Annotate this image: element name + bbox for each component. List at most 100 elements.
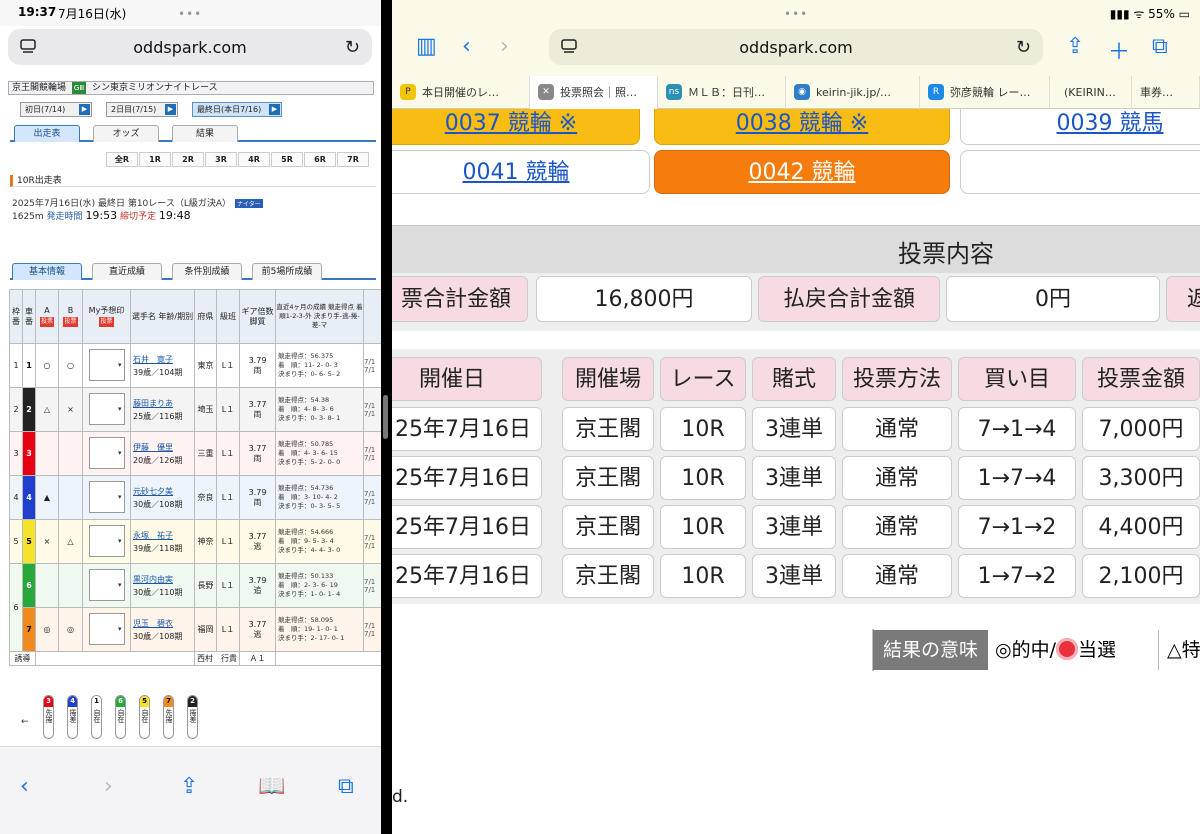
address-bar[interactable]: oddspark.com ↻	[549, 29, 1043, 65]
column-header: 投票方法	[842, 357, 952, 401]
mark-b	[58, 475, 83, 520]
bet-cell-race: 10R	[660, 505, 746, 549]
rider-name-link[interactable]: 藤田まりあ	[133, 399, 173, 408]
share-icon[interactable]: ⇪	[1066, 34, 1084, 59]
vote-badge[interactable]: 投票	[39, 316, 54, 327]
reload-icon[interactable]: ↻	[1016, 37, 1031, 58]
rider-cell: 伊藤 優里 20歳／126期	[130, 431, 195, 476]
class-cell: L１	[216, 431, 240, 476]
race-button[interactable]: 4R	[238, 152, 270, 167]
style-value: 両	[253, 453, 262, 463]
forward-icon[interactable]: ›	[500, 34, 509, 59]
ticket-link-0039[interactable]: 0039 競馬	[960, 109, 1200, 145]
stat-kimari: 決まり手：2- 17- 0- 1	[278, 634, 345, 642]
address-bar[interactable]: oddspark.com ↻	[8, 29, 372, 65]
tab-shutsuso[interactable]: 出走表	[14, 125, 80, 142]
stats-cell: 競走得点：50.785 着 順：4- 3- 6- 15 決まり手：5- 2- 0- …	[275, 431, 364, 476]
stats-cell: 競走得点：58.095 着 順：19- 1- 0- 1 決まり手：2- 17- 0-…	[275, 607, 364, 652]
day-button-3[interactable]: 最終日(本日7/16) ▶	[192, 102, 282, 117]
table-row: 22△×藤田まりあ25歳／116期埼玉L１3.77両競走得点：54.38着 順：…	[9, 387, 381, 432]
my-mark-select[interactable]	[88, 480, 125, 513]
tabs-icon[interactable]: ⧉	[338, 774, 354, 799]
ticket-link-0041[interactable]: 0041 競輪	[392, 150, 650, 194]
my-mark-select[interactable]	[88, 436, 125, 469]
browser-tab[interactable]: P 本日開催のレ…	[392, 76, 530, 109]
table-row: 7◎◎児玉 碧衣30歳／108期福岡L１3.77逃競走得点：58.095着 順：…	[9, 607, 381, 652]
ticket-link-empty[interactable]	[960, 150, 1200, 194]
stat-points: 競走得点：50.785	[278, 440, 334, 448]
stat-kimari: 決まり手：1- 0- 1- 4	[278, 590, 341, 598]
split-divider-handle[interactable]	[383, 395, 388, 439]
header-recent: 直近4ヶ月の成績 競走得点 着順1-2-3-外 決まり手-逃-捲-差-マ	[275, 289, 364, 344]
rider-cell: 石井 寛子 39歳／104期	[130, 343, 195, 388]
race-button[interactable]: 全R	[106, 152, 138, 167]
close-tab-icon[interactable]: ✕	[538, 84, 554, 100]
reload-icon[interactable]: ↻	[345, 37, 360, 58]
bottom-toolbar: ‹ › ⇪ 📖 ⧉	[0, 746, 381, 834]
vote-badge[interactable]: 投票	[99, 316, 114, 327]
tab-prev5-results[interactable]: 前5場所成績	[252, 263, 322, 280]
new-tab-icon[interactable]: ＋	[1108, 34, 1130, 66]
my-mark-select[interactable]	[88, 568, 125, 601]
bet-cell-venue: 京王閣	[562, 505, 654, 549]
browser-tab[interactable]: ns ＭＬＢ：日刊…	[658, 76, 786, 109]
vote-badge[interactable]: 投票	[63, 316, 78, 327]
rider-name-link[interactable]: 石井 寛子	[133, 355, 173, 364]
header-a-label: A	[44, 305, 50, 315]
race-button[interactable]: 5R	[271, 152, 303, 167]
bookmarks-icon[interactable]: 📖	[258, 774, 285, 799]
stat-rank: 着 順：3- 10- 4- 2	[278, 493, 338, 501]
day-label: 初日(7/14)	[25, 105, 66, 114]
rider-name-link[interactable]: 黒河内由実	[133, 575, 173, 584]
rider-name-link[interactable]: 伊藤 優里	[133, 443, 173, 452]
rider-age: 20歳／126期	[133, 455, 183, 465]
header-my: My予想印 投票	[82, 289, 131, 344]
bet-cell-bet: 3連単	[752, 456, 836, 500]
ticket-link-0042[interactable]: 0042 競輪	[654, 150, 950, 194]
stat-kimari: 決まり手：0- 3- 5- 5	[278, 502, 341, 510]
race-button[interactable]: 6R	[304, 152, 336, 167]
browser-tab-active[interactable]: ✕ 投票照会｜照…	[530, 76, 658, 109]
tab-basic-info[interactable]: 基本情報	[12, 263, 82, 280]
ticket-link-0037[interactable]: 0037 競輪 ※	[392, 109, 640, 145]
browser-tab[interactable]: (KEIRIN…	[1050, 76, 1132, 109]
forward-icon[interactable]: ›	[104, 774, 113, 799]
race-button[interactable]: 3R	[205, 152, 237, 167]
browser-tab[interactable]: ◉ keirin-jik.jp/…	[786, 76, 920, 109]
my-mark-select[interactable]	[88, 348, 125, 381]
multitask-dots-icon[interactable]: •••	[784, 7, 808, 21]
status-time: 19:37	[18, 5, 57, 19]
rider-name-link[interactable]: 永塚 祐子	[133, 531, 173, 540]
rider-name-link[interactable]: 元砂七夕美	[133, 487, 173, 496]
mark-a: ◎	[35, 607, 59, 652]
sidebar-icon[interactable]: ▥	[416, 34, 437, 59]
tab-result[interactable]: 結果	[172, 125, 238, 142]
race-button[interactable]: 1R	[139, 152, 171, 167]
race-title: 10R出走表	[10, 175, 376, 187]
gear-value: 3.79	[248, 487, 267, 497]
tab-condition-results[interactable]: 条件別成績	[172, 263, 242, 280]
race-button[interactable]: 2R	[172, 152, 204, 167]
browser-tab[interactable]: R 弥彦競輪 レー…	[920, 76, 1050, 109]
race-button[interactable]: 7R	[337, 152, 369, 167]
multitask-dots-icon[interactable]: •••	[178, 7, 202, 21]
ticket-link-0038[interactable]: 0038 競輪 ※	[654, 109, 950, 145]
my-mark-select[interactable]	[88, 392, 125, 425]
my-mark-select[interactable]	[88, 612, 125, 645]
tab-odds[interactable]: オッズ	[93, 125, 159, 142]
day-button-2[interactable]: 2日目(7/15) ▶	[106, 102, 178, 117]
tabs-icon[interactable]: ⧉	[1152, 34, 1168, 59]
column-header: 買い目	[958, 357, 1076, 401]
rider-name-link[interactable]: 児玉 碧衣	[133, 619, 173, 628]
browser-tab[interactable]: 車券…	[1132, 76, 1200, 109]
column-header: レース	[660, 357, 746, 401]
back-icon[interactable]: ‹	[462, 34, 471, 59]
venue-name: 京王閣競輪場	[12, 83, 67, 93]
tab-recent-results[interactable]: 直近成績	[92, 263, 162, 280]
my-mark-select[interactable]	[88, 524, 125, 557]
guide-empty	[275, 651, 381, 666]
day-button-1[interactable]: 初日(7/14) ▶	[20, 102, 92, 117]
back-icon[interactable]: ‹	[20, 774, 29, 799]
battery-percent: 55%	[1148, 7, 1175, 21]
share-icon[interactable]: ⇪	[180, 774, 198, 799]
